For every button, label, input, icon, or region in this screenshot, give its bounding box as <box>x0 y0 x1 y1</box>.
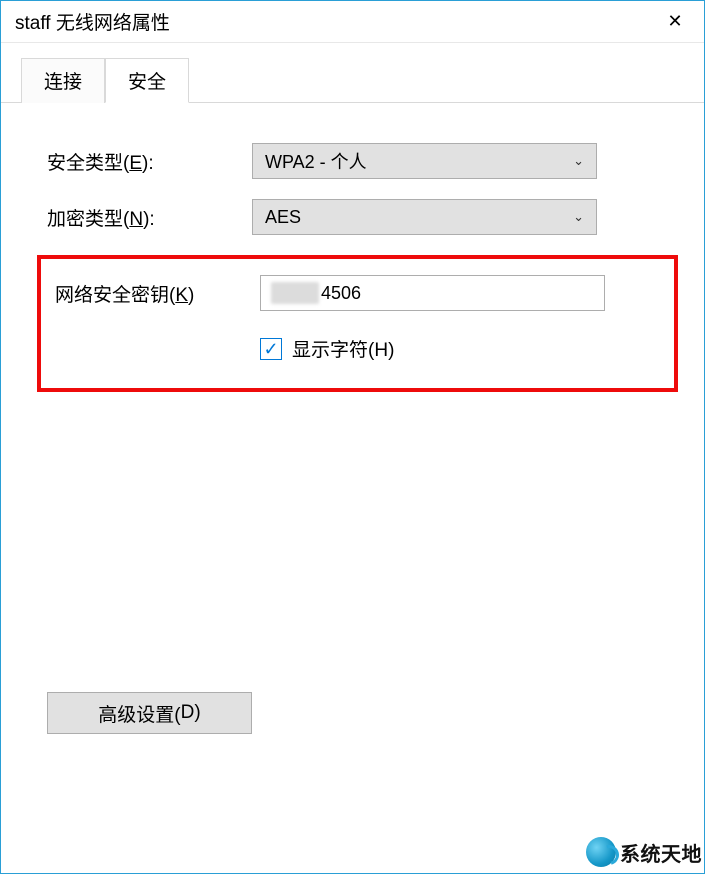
chevron-down-icon: ⌄ <box>573 153 584 169</box>
network-key-row: 网络安全密钥(K) 4506 <box>41 275 674 311</box>
window-title: staff 无线网络属性 <box>15 8 170 35</box>
close-icon: ✕ <box>667 11 682 32</box>
close-button[interactable]: ✕ <box>646 1 704 43</box>
checkmark-icon: ✓ <box>263 340 278 358</box>
advanced-settings-button[interactable]: 高级设置(D) <box>47 692 252 734</box>
masked-key-prefix <box>271 282 319 304</box>
network-key-label: 网络安全密钥(K) <box>55 280 260 307</box>
encryption-type-label: 加密类型(N): <box>47 204 252 231</box>
show-characters-row: ✓ 显示字符(H) <box>260 335 674 362</box>
network-key-value: 4506 <box>321 283 361 304</box>
titlebar: staff 无线网络属性 ✕ <box>1 1 704 43</box>
security-type-select[interactable]: WPA2 - 个人 ⌄ <box>252 143 597 179</box>
encryption-type-select[interactable]: AES ⌄ <box>252 199 597 235</box>
security-type-row: 安全类型(E): WPA2 - 个人 ⌄ <box>21 143 684 179</box>
watermark-text: 系统天地 <box>620 838 702 867</box>
tab-connection[interactable]: 连接 <box>21 58 105 103</box>
encryption-type-value: AES <box>265 207 301 228</box>
show-characters-checkbox[interactable]: ✓ <box>260 338 282 360</box>
watermark: 系统天地 <box>586 837 702 867</box>
highlight-box: 网络安全密钥(K) 4506 ✓ 显示字符(H) <box>37 255 678 392</box>
encryption-type-row: 加密类型(N): AES ⌄ <box>21 199 684 235</box>
show-characters-label: 显示字符(H) <box>292 335 394 362</box>
wifi-properties-window: staff 无线网络属性 ✕ 连接 安全 安全类型(E): WPA2 - 个人 … <box>0 0 705 874</box>
security-panel: 安全类型(E): WPA2 - 个人 ⌄ 加密类型(N): AES ⌄ 网络安全… <box>1 102 704 754</box>
chevron-down-icon: ⌄ <box>573 209 584 225</box>
tab-security[interactable]: 安全 <box>105 58 189 103</box>
network-key-input[interactable]: 4506 <box>260 275 605 311</box>
tab-strip: 连接 安全 <box>21 57 704 103</box>
globe-icon <box>586 837 616 867</box>
security-type-value: WPA2 - 个人 <box>265 148 367 174</box>
security-type-label: 安全类型(E): <box>47 148 252 175</box>
